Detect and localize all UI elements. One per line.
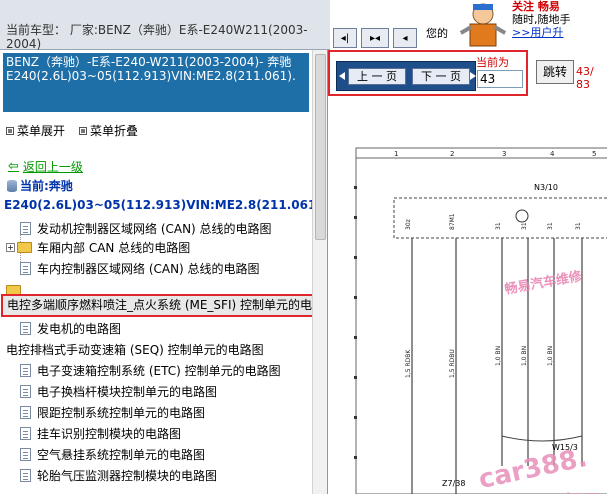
tree-item[interactable]: 车内控制器区域网络 (CAN) 总线的电路图 [20, 258, 260, 278]
mechanic-mascot-icon [459, 3, 507, 47]
wire-label: 1,0 BN [521, 346, 528, 366]
tree-item[interactable]: 限距控制系统控制单元的电路图 [20, 402, 205, 422]
wiring-diagram: 1 2 3 4 5 N3/10 30z 87M1 31 31 31 31 1,5… [354, 147, 607, 494]
tree-folder[interactable]: + 车厢内部 CAN 总线的电路图 [6, 237, 190, 257]
top-bar: 当前车型： 厂家:BENZ（奔驰）E系-E240W211(2003-2004) … [0, 0, 607, 51]
prev-arrow-icon [339, 72, 345, 80]
tree-item[interactable]: 电控排档式手动变速箱 (SEQ) 控制单元的电路图 [6, 339, 264, 359]
col-number: 2 [450, 150, 454, 158]
jump-button[interactable]: 跳转 [536, 60, 574, 84]
terminal-label: 30z [405, 219, 412, 230]
sensor-symbol [515, 209, 529, 223]
left-tree-panel: BENZ（奔驰）-E系-E240-W211(2003-2004)- 奔驰 E24… [0, 50, 328, 494]
expand-icon [6, 126, 14, 135]
watermark-logo-cn: 畅易 [564, 488, 600, 494]
back-arrow-icon: ⇦ [8, 159, 19, 174]
fit-page-icon[interactable]: ▸◂ [361, 28, 389, 48]
col-number: 5 [592, 150, 596, 158]
first-page-icon[interactable]: ◂| [333, 28, 357, 48]
car-title-strip: 当前车型： 厂家:BENZ（奔驰）E系-E240W211(2003-2004) [0, 0, 330, 51]
document-icon [20, 221, 31, 235]
scroll-thumb[interactable] [315, 54, 326, 240]
terminal-label: 31 [575, 222, 582, 230]
car-model-title: 当前车型： 厂家:BENZ（奔驰）E系-E240W211(2003-2004) [6, 23, 308, 51]
your-view-text: 您的 [426, 27, 448, 40]
terminal-label: 87M1 [449, 213, 456, 230]
tree-item[interactable]: 挂车识别控制模块的电路图 [20, 423, 181, 443]
page-count: 43/ 83 [576, 65, 594, 91]
current-model: E240(2.6L)03~05(112.913)VIN:ME2.8(211.06… [4, 198, 322, 212]
last-page-icon[interactable]: ◂ [393, 28, 417, 48]
tree-item[interactable]: 发动机控制器区域网络 (CAN) 总线的电路图 [20, 218, 272, 238]
terminal-label: 31 [521, 222, 528, 230]
selected-car-header: BENZ（奔驰）-E系-E240-W211(2003-2004)- 奔驰 E24… [3, 53, 309, 112]
component-label: N3/10 [534, 183, 558, 192]
next-arrow-icon [470, 72, 476, 80]
current-page-input[interactable] [477, 70, 523, 88]
connector-label: Z7/38 [442, 479, 465, 488]
menu-expand-button[interactable]: 菜单展开 [6, 122, 65, 139]
document-icon [20, 321, 31, 335]
current-page-label: 当前为 [476, 56, 509, 69]
collapse-icon [79, 126, 88, 135]
terminal-label: 31 [547, 222, 554, 230]
tree-item[interactable]: 电子变速箱控制系统 (ETC) 控制单元的电路图 [20, 360, 281, 380]
expand-plus-icon[interactable]: + [6, 242, 15, 252]
back-link[interactable]: ⇦ 返回上一级 [8, 158, 83, 175]
col-number: 1 [394, 150, 398, 158]
control-unit-box [393, 197, 607, 239]
document-icon [20, 468, 31, 482]
wire-label: 1,0 BN [547, 346, 554, 366]
splice-line [501, 435, 583, 442]
wire-label: 1,5 RDBK [405, 349, 412, 378]
left-scrollbar[interactable] [312, 50, 327, 494]
terminal-label: 31 [495, 222, 502, 230]
ad-subtitle: 随时,随地手 [512, 13, 571, 26]
current-brand: 当前:奔驰 [7, 177, 73, 194]
document-icon [20, 426, 31, 440]
tree-item[interactable]: 发电机的电路图 [20, 318, 121, 338]
ad-upgrade-link[interactable]: >>用户升 [512, 26, 607, 39]
page-nav-box: 上 一 页 下 一 页 当前为 [328, 50, 528, 96]
document-icon [20, 384, 31, 398]
page-nav-icons: ◂| ▸◂ ◂ [333, 28, 417, 48]
tree-item[interactable]: 空气悬挂系统控制单元的电路图 [20, 444, 205, 464]
wire-label: 1,0 BN [495, 346, 502, 366]
wire-label: 1,5 RDBU [449, 349, 456, 378]
tree-item[interactable]: 轮胎气压监测器控制模块的电路图 [20, 465, 217, 485]
database-icon [7, 179, 17, 192]
ad-title: 关注 畅易 [512, 0, 560, 13]
document-icon [20, 363, 31, 377]
menu-collapse-button[interactable]: 菜单折叠 [79, 122, 138, 139]
menu-toggle-row: 菜单展开 菜单折叠 [6, 122, 138, 139]
diagram-viewer: 上 一 页 下 一 页 当前为 跳转 43/ 83 1 2 3 4 5 N3/1… [328, 50, 607, 494]
prev-page-button[interactable]: 上 一 页 [348, 68, 406, 85]
ad-panel: 关注 畅易 随时,随地手 >>用户升 [512, 0, 607, 39]
document-icon [20, 261, 31, 275]
next-page-button[interactable]: 下 一 页 [412, 68, 470, 85]
col-number: 3 [502, 150, 506, 158]
document-icon [20, 447, 31, 461]
tree-item-selected[interactable]: 电控多端顺序燃料喷注_点火系统 (ME_SFI) 控制单元的电路图 [1, 294, 321, 317]
folder-icon [17, 241, 32, 253]
col-number: 4 [550, 150, 555, 158]
tree-item[interactable]: 电子换档杆模块控制单元的电路图 [20, 381, 217, 401]
page-nav-bar: 上 一 页 下 一 页 [336, 61, 476, 91]
document-icon [20, 405, 31, 419]
